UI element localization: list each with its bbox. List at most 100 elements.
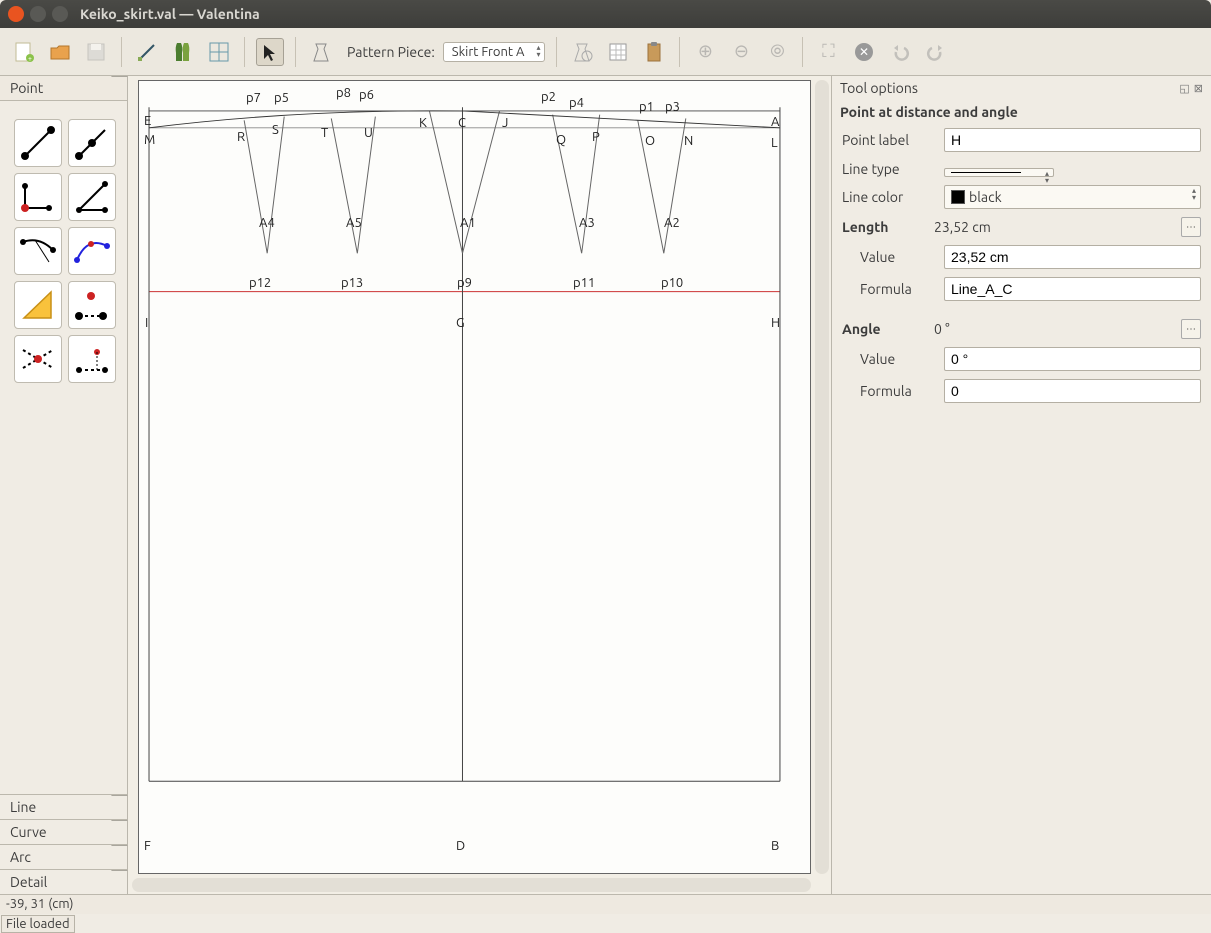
point-label-p13: p13 [341,276,363,290]
point-label-B: B [771,839,779,853]
stop-icon[interactable]: ✕ [850,38,878,66]
length-formula-lbl: Formula [842,281,934,297]
point-label-A1: A1 [460,216,476,230]
drawing-canvas[interactable]: p7p5p8p6p2p4p1p3EMRSTUKCJQPONALA4A5A1A3A… [138,80,811,874]
line-color-select[interactable]: black▴▾ [944,185,1201,209]
point-label-lbl: Point label [842,132,934,148]
draw-mode-icon[interactable] [133,38,161,66]
tool-along-line[interactable] [68,119,116,167]
point-label-O: O [645,134,655,148]
point-label-A2: A2 [664,216,680,230]
point-label-p5: p5 [274,91,289,105]
horizontal-scrollbar[interactable] [132,878,811,892]
line-color-value: black [969,189,1002,205]
point-label-p7: p7 [246,91,261,105]
point-label-G: G [456,316,465,330]
point-label-L: L [771,136,778,150]
line-color-lbl: Line color [842,189,934,205]
window-maximize-button[interactable] [52,6,68,22]
zoom-in-icon[interactable]: ⊕ [691,38,719,66]
vertical-scrollbar[interactable] [815,80,829,874]
color-swatch-icon [951,190,965,204]
detail-mode-icon[interactable] [169,38,197,66]
tool-options-panel: Tool options ◱ ⊠ Point at distance and a… [831,76,1211,894]
tool-normal[interactable] [14,173,62,221]
tool-contact[interactable] [68,227,116,275]
pattern-piece-select[interactable]: Skirt Front A ▴▾ [443,42,546,62]
open-file-icon[interactable] [46,38,74,66]
angle-formula-input[interactable] [944,379,1201,403]
point-label-F: F [144,839,151,853]
tool-bisector[interactable] [68,173,116,221]
tool-point-intersection[interactable] [68,281,116,329]
point-label-T: T [321,126,328,140]
canvas-area[interactable]: p7p5p8p6p2p4p1p3EMRSTUKCJQPONALA4A5A1A3A… [128,76,831,894]
titlebar: Keiko_skirt.val — Valentina [0,0,1211,28]
category-detail-tab[interactable]: Detail [0,869,127,894]
category-line-tab[interactable]: Line [0,794,127,819]
length-formula-input[interactable] [944,277,1201,301]
table-icon[interactable] [604,38,632,66]
point-label-A: A [771,115,779,129]
tool-shoulder[interactable] [14,227,62,275]
config-icon[interactable] [568,38,596,66]
window-close-button[interactable] [8,6,24,22]
panel-undock-icon[interactable]: ◱ [1179,82,1189,95]
tool-line-intersect[interactable] [14,335,62,383]
category-arc-tab[interactable]: Arc [0,844,127,869]
point-label-A4: A4 [259,216,275,230]
line-preview-icon [951,172,1021,173]
main-toolbar: + Pattern Piece: Skirt Front A ▴▾ ⊕ ⊖ ⦾ … [0,28,1211,76]
save-file-icon[interactable] [82,38,110,66]
clipboard-icon[interactable] [640,38,668,66]
point-label-p1: p1 [639,100,654,114]
svg-text:✕: ✕ [859,46,869,59]
tool-height[interactable] [68,335,116,383]
angle-menu-button[interactable]: ⋯ [1181,319,1201,339]
pointer-tool-icon[interactable] [256,38,284,66]
redo-icon[interactable] [922,38,950,66]
pattern-piece-icon[interactable] [307,38,335,66]
tool-endpoint[interactable] [14,119,62,167]
length-value-input[interactable] [944,245,1201,269]
angle-value-input[interactable] [944,347,1201,371]
undo-icon[interactable] [886,38,914,66]
category-curve-tab[interactable]: Curve [0,819,127,844]
point-label-J: J [502,116,508,130]
length-lbl: Length [842,219,924,235]
zoom-fit-icon[interactable]: ⛶ [814,38,842,66]
bottom-categories: Line Curve Arc Detail [0,794,127,894]
zoom-original-icon[interactable]: ⦾ [763,38,791,66]
statusbar-message: File loaded [1,915,75,933]
panel-close-icon[interactable]: ⊠ [1194,82,1203,95]
point-label-p3: p3 [665,100,680,114]
layout-mode-icon[interactable] [205,38,233,66]
point-label-N: N [684,134,693,148]
angle-formula-lbl: Formula [842,383,934,399]
length-readout: 23,52 cm [934,219,1171,235]
new-file-icon[interactable]: + [10,38,38,66]
length-menu-button[interactable]: ⋯ [1181,217,1201,237]
point-label-D: D [456,839,465,853]
point-label-p11: p11 [573,276,595,290]
point-label-P: P [592,130,600,144]
tool-palette: Point Line Curve Arc Detail [0,76,128,894]
window-minimize-button[interactable] [30,6,46,22]
point-label-input[interactable] [944,128,1201,152]
line-type-select[interactable]: ▴▾ [944,168,1054,177]
point-label-p8: p8 [336,86,351,100]
tool-options-title: Tool options [840,80,918,96]
point-label-p2: p2 [541,90,556,104]
line-type-lbl: Line type [842,161,934,177]
statusbar-coords: -39, 31 (cm) [0,894,1211,914]
point-label-p9: p9 [457,276,472,290]
tool-options-subtitle: Point at distance and angle [832,100,1211,128]
zoom-out-icon[interactable]: ⊖ [727,38,755,66]
svg-text:+: + [28,55,32,63]
point-label-p12: p12 [249,276,271,290]
angle-lbl: Angle [842,321,924,337]
point-label-I: I [145,316,148,330]
tool-triangle[interactable] [14,281,62,329]
category-point-tab[interactable]: Point [0,76,127,101]
point-label-p10: p10 [661,276,683,290]
